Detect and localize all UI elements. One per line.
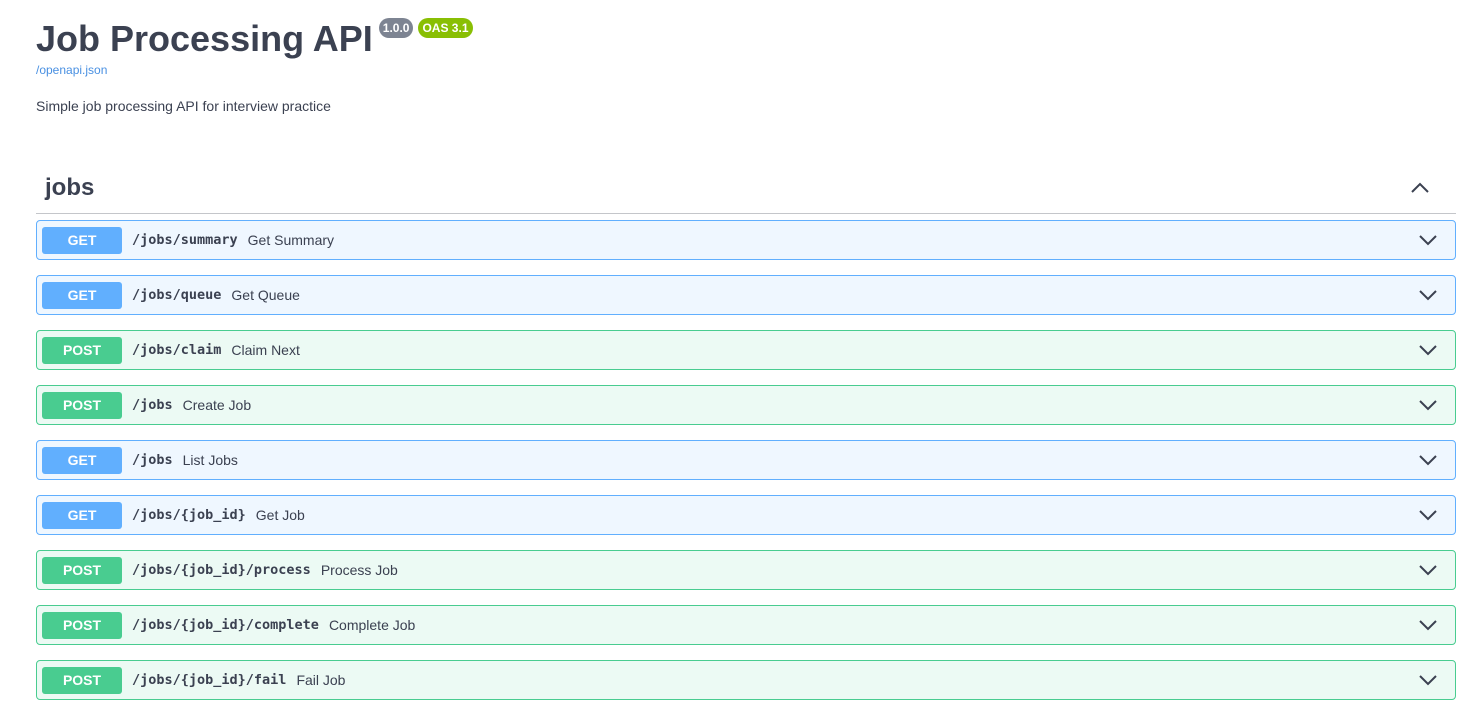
method-badge: POST <box>42 611 122 639</box>
version-badge: 1.0.0 <box>378 18 414 38</box>
method-badge: GET <box>42 446 122 474</box>
operation-path: /jobs/{job_id}/complete <box>132 617 319 633</box>
operation-row-post[interactable]: POST/jobs/{job_id}/fail Fail Job <box>36 660 1456 700</box>
operation-path: /jobs/claim <box>132 342 222 358</box>
chevron-down-icon[interactable] <box>1418 450 1438 470</box>
operation-row-post[interactable]: POST/jobs/{job_id}/process Process Job <box>36 550 1456 590</box>
page-title: Job Processing API <box>36 18 373 59</box>
method-badge: POST <box>42 666 122 694</box>
method-badge: GET <box>42 281 122 309</box>
chevron-down-icon[interactable] <box>1418 340 1438 360</box>
operation-path: /jobs/{job_id}/fail <box>132 672 287 688</box>
method-badge: GET <box>42 226 122 254</box>
oas-badge: OAS 3.1 <box>418 18 473 38</box>
chevron-up-icon[interactable] <box>1402 170 1438 206</box>
chevron-down-icon[interactable] <box>1418 285 1438 305</box>
chevron-down-icon[interactable] <box>1418 230 1438 250</box>
tag-header[interactable]: jobs <box>36 162 1456 214</box>
method-badge: POST <box>42 391 122 419</box>
operation-summary: Get Job <box>255 507 305 523</box>
operation-row-post[interactable]: POST/jobs/claim Claim Next <box>36 330 1456 370</box>
operations-list: GET/jobs/summary Get Summary GET/jobs/queu… <box>36 220 1456 715</box>
title-row: Job Processing API 1.0.0 OAS 3.1 <box>36 0 473 64</box>
operation-row-post[interactable]: POST/jobs/{job_id}/complete Complete Job <box>36 605 1456 645</box>
operation-row-get[interactable]: GET/jobs List Jobs <box>36 440 1456 480</box>
operation-summary: List Jobs <box>182 452 238 468</box>
operation-path: /jobs/summary <box>132 232 238 248</box>
operation-summary: Claim Next <box>231 342 300 358</box>
operation-path: /jobs/{job_id} <box>132 507 246 523</box>
method-badge: POST <box>42 556 122 584</box>
operation-path: /jobs <box>132 397 173 413</box>
operation-path: /jobs/queue <box>132 287 222 303</box>
openapi-json-link[interactable]: /openapi.json <box>36 63 107 77</box>
operation-row-post[interactable]: POST/jobs Create Job <box>36 385 1456 425</box>
operation-row-get[interactable]: GET/jobs/queue Get Queue <box>36 275 1456 315</box>
chevron-down-icon[interactable] <box>1418 560 1438 580</box>
operation-summary: Complete Job <box>328 617 416 633</box>
operation-summary: Get Summary <box>247 232 335 248</box>
chevron-down-icon[interactable] <box>1418 670 1438 690</box>
operation-summary: Get Queue <box>231 287 300 303</box>
chevron-down-icon[interactable] <box>1418 395 1438 415</box>
method-badge: GET <box>42 501 122 529</box>
operation-row-get[interactable]: GET/jobs/{job_id} Get Job <box>36 495 1456 535</box>
operation-summary: Process Job <box>320 562 398 578</box>
operation-summary: Fail Job <box>296 672 346 688</box>
operation-path: /jobs <box>132 452 173 468</box>
operation-path: /jobs/{job_id}/process <box>132 562 311 578</box>
operation-summary: Create Job <box>182 397 252 413</box>
api-info: Job Processing API 1.0.0 OAS 3.1 /openap… <box>36 0 473 114</box>
chevron-down-icon[interactable] <box>1418 615 1438 635</box>
api-description: Simple job processing API for interview … <box>36 98 331 114</box>
tag-name: jobs <box>45 173 95 201</box>
method-badge: POST <box>42 336 122 364</box>
chevron-down-icon[interactable] <box>1418 505 1438 525</box>
operation-row-get[interactable]: GET/jobs/summary Get Summary <box>36 220 1456 260</box>
tag-section-jobs: jobs <box>36 162 1456 214</box>
